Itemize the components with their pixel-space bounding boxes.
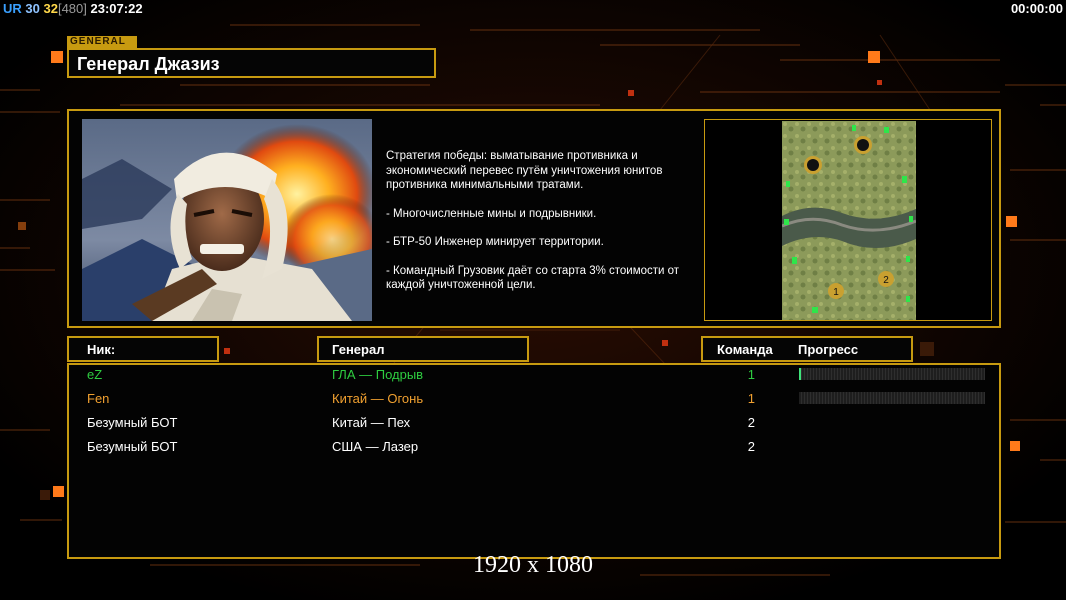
map-player-2-label: 2 [883,275,889,286]
general-description: Стратегия победы: выматывание противника… [386,149,706,307]
column-header-nick-label: Ник: [87,342,116,357]
column-header-progress-label: Прогресс [798,342,859,357]
player-nick: Безумный БОТ [87,439,178,454]
description-item-1: - Многочисленные мины и подрывники. [386,207,597,220]
player-progress-bar [799,392,985,404]
player-team: 1 [747,391,755,406]
hud-value-3: [480] [57,1,87,16]
player-general: США — Лазер [332,439,419,454]
player-nick: Fen [87,391,110,406]
description-item-3: - Командный Грузовик даёт со старта 3% с… [386,264,680,292]
column-header-general: Генерал [317,336,529,362]
general-info-panel: Стратегия победы: выматывание противника… [67,109,1001,328]
map-preview: 1 2 [704,119,992,321]
player-team: 2 [747,439,755,454]
description-item-2: - БТР-50 Инженер минирует территории. [386,236,604,248]
player-general: Китай — Пех [332,415,411,430]
hud-clock: 23:07:22 [90,1,143,16]
description-strategy: Стратегия победы: выматывание противника… [386,150,663,191]
general-title-box: Генерал Джазиз [67,48,436,78]
hud-value-1: 30 [25,1,40,16]
player-nick: eZ [87,367,103,382]
player-row: eZ ГЛА — Подрыв 1 [69,365,999,387]
player-team: 1 [747,367,755,382]
players-panel: eZ ГЛА — Подрыв 1 Fen Китай — Огонь 1 Бе… [67,363,1001,559]
hud-ur: UR [3,1,22,16]
player-team: 2 [747,415,755,430]
resolution-label: 1920 x 1080 [473,552,593,578]
player-row: Безумный БОТ США — Лазер 2 [69,437,999,459]
player-general: ГЛА — Подрыв [332,367,424,382]
column-header-team-progress: Команда Прогресс [701,336,913,362]
hud-value-2: 32 [43,1,58,16]
map-player-1-label: 1 [833,287,839,298]
general-name: Генерал Джазиз [77,54,220,74]
hud-timer: 00:00:00 [1010,1,1063,16]
hud-stats: UR 30 32[480] 23:07:22 [3,1,143,16]
column-header-nick: Ник: [67,336,219,362]
player-progress-fill [799,368,801,380]
general-tag: GENERAL [67,36,137,48]
player-progress-bar [799,368,985,380]
player-row: Безумный БОТ Китай — Пех 2 [69,413,999,435]
player-general: Китай — Огонь [332,391,424,406]
general-portrait [82,119,372,321]
player-row: Fen Китай — Огонь 1 [69,389,999,411]
column-header-team-label: Команда [717,342,773,357]
player-nick: Безумный БОТ [87,415,178,430]
column-header-general-label: Генерал [332,342,385,357]
minimap: 1 2 [782,121,916,320]
